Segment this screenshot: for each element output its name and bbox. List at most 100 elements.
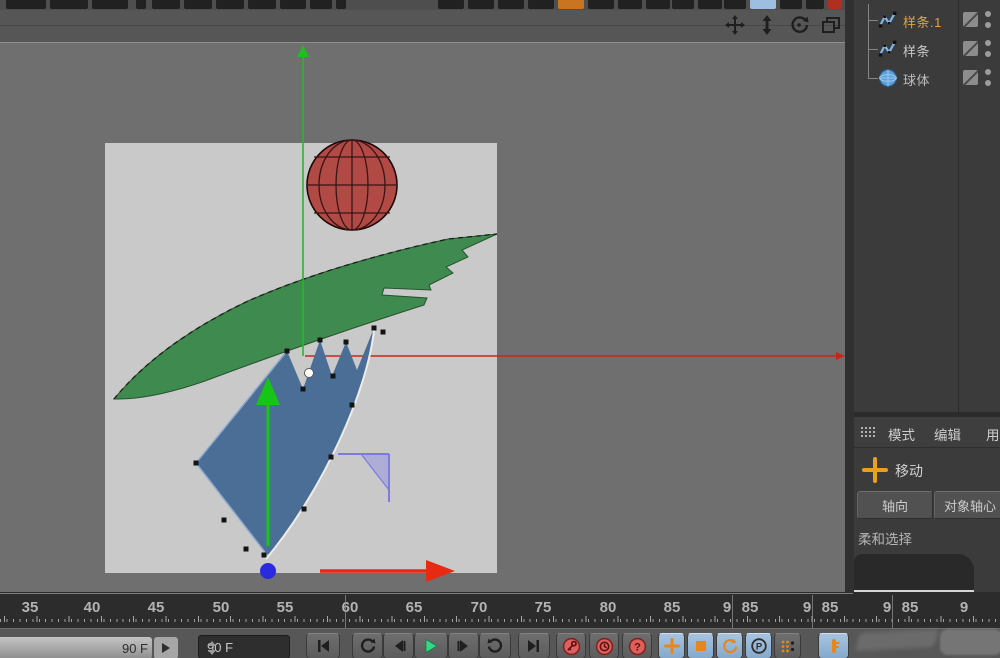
- prev-key-button[interactable]: [352, 633, 383, 658]
- ruler-frame-label: 45: [148, 599, 165, 616]
- next-frame-button[interactable]: [448, 633, 479, 658]
- goto-end-button[interactable]: [518, 633, 550, 658]
- toolbar-icon-stub[interactable]: [724, 0, 746, 9]
- toolbar-icon-stub[interactable]: [184, 0, 212, 9]
- toolbar-icon-stub[interactable]: [672, 0, 694, 9]
- toolbar-icon-stub[interactable]: [828, 0, 842, 9]
- toolbar-icon-stub[interactable]: [92, 0, 128, 9]
- animation-toolbar: 90 F 90 F ? P: [0, 628, 1000, 658]
- toolbar-icon-stub[interactable]: [336, 0, 346, 9]
- toolbar-icon-stub[interactable]: [558, 0, 584, 9]
- key-scale-button[interactable]: [687, 633, 714, 658]
- record-keyframe-button[interactable]: [818, 633, 849, 658]
- object-row-样条.1[interactable]: 样条.1: [854, 6, 1000, 34]
- pan-icon: [724, 14, 746, 41]
- toolbar-icon-stub[interactable]: [280, 0, 306, 9]
- frame-stepper[interactable]: [207, 640, 217, 656]
- pan-view-control[interactable]: [723, 15, 747, 39]
- timeline-ruler[interactable]: 35404550556065707580859859859859: [0, 592, 1000, 628]
- step-fwd-icon: [455, 637, 473, 655]
- visibility-dot-editor[interactable]: [985, 11, 991, 17]
- toolbar-icon-stub[interactable]: [498, 0, 524, 9]
- key-pla-button[interactable]: [774, 633, 801, 658]
- toolbar-icon-stub[interactable]: [6, 0, 46, 9]
- ruler-marker-line: [892, 595, 893, 628]
- object-label[interactable]: 球体: [903, 70, 930, 89]
- goto-start-button[interactable]: [306, 633, 340, 658]
- layer-toggle[interactable]: [963, 41, 978, 56]
- visibility-dot-render[interactable]: [985, 22, 991, 28]
- object-label[interactable]: 样条: [903, 41, 930, 60]
- tab-axis[interactable]: 轴向: [857, 491, 933, 519]
- next-key-button[interactable]: [479, 633, 511, 658]
- ruler-frame-label: 9: [883, 599, 891, 616]
- visibility-dot-render[interactable]: [985, 51, 991, 57]
- attribute-manager: 模式 编辑 用 移动 轴向 对象轴心 柔和选择: [854, 412, 1000, 592]
- play-icon: [422, 637, 440, 655]
- circle-p-icon: P: [750, 637, 768, 655]
- toolbar-icon-stub[interactable]: [216, 0, 244, 9]
- step-back-icon: [390, 637, 408, 655]
- dolly-icon: [756, 14, 778, 41]
- rotate-view-control[interactable]: [787, 15, 811, 39]
- key-rotation-button[interactable]: [716, 633, 743, 658]
- layer-toggle[interactable]: [963, 12, 978, 27]
- attr-menu-mode[interactable]: 模式: [888, 424, 915, 444]
- toolbar-icon-stub[interactable]: [806, 0, 824, 9]
- attr-menu-user[interactable]: 用: [986, 424, 1000, 444]
- gizmo-origin-dot[interactable]: [260, 563, 276, 579]
- ruler-frame-label: 70: [471, 599, 488, 616]
- autokeying-button[interactable]: [589, 633, 619, 658]
- toolbar-icon-stub[interactable]: [468, 0, 494, 9]
- arc-ccw-icon: [359, 637, 377, 655]
- frame-range-slider[interactable]: 90 F: [0, 637, 152, 658]
- keyframe-options-button[interactable]: ?: [622, 633, 652, 658]
- object-row-样条[interactable]: 样条: [854, 35, 1000, 63]
- toolbar-icon-stub[interactable]: [646, 0, 670, 9]
- red-sphere[interactable]: [307, 140, 397, 230]
- play-button[interactable]: [414, 633, 448, 658]
- tab-object-axis[interactable]: 对象轴心: [934, 491, 1000, 519]
- ruler-frame-label: 9: [803, 599, 811, 616]
- current-tool-row: 移动: [854, 449, 1000, 489]
- toolbar-icon-stub[interactable]: [780, 0, 802, 9]
- toolbar-icon-stub[interactable]: [152, 0, 180, 9]
- selected-point[interactable]: [305, 369, 314, 378]
- ruler-frame-label: 40: [84, 599, 101, 616]
- ruler-marker-line: [812, 595, 813, 628]
- toolbar-icon-stub[interactable]: [136, 0, 146, 9]
- key-parameter-button[interactable]: P: [745, 633, 772, 658]
- toolbar-icon-stub[interactable]: [750, 0, 776, 9]
- toolbar-icon-stub[interactable]: [248, 0, 276, 9]
- prev-frame-button[interactable]: [383, 633, 414, 658]
- key-position-button[interactable]: [658, 633, 685, 658]
- toolbar-icon-stub[interactable]: [310, 0, 332, 9]
- visibility-dot-render[interactable]: [985, 80, 991, 86]
- attr-menu-edit[interactable]: 编辑: [934, 424, 961, 444]
- visibility-dot-editor[interactable]: [985, 40, 991, 46]
- object-label[interactable]: 样条.1: [903, 12, 942, 31]
- toolbar-icon-stub[interactable]: [698, 0, 722, 9]
- visibility-dot-editor[interactable]: [985, 69, 991, 75]
- panel-divider: [845, 0, 854, 592]
- ruler-frame-label: 85: [822, 599, 839, 616]
- current-frame-field[interactable]: 90 F: [198, 635, 290, 658]
- toolbar-icon-stub[interactable]: [528, 0, 554, 9]
- toolbar-icon-stub[interactable]: [618, 0, 642, 9]
- viewport-canvas[interactable]: [0, 43, 853, 592]
- ruler-frame-label: 50: [213, 599, 230, 616]
- record-active-objects-button[interactable]: [556, 633, 586, 658]
- toolbar-icon-stub[interactable]: [50, 0, 88, 9]
- object-row-球体[interactable]: 球体: [854, 64, 1000, 92]
- dolly-view-control[interactable]: [755, 15, 779, 39]
- toggle-view-view-control[interactable]: [819, 15, 843, 39]
- panel-grip-icon[interactable]: [860, 426, 876, 438]
- app-window: 样条.1 样条球体 模式 编辑 用 移动 轴向 对象轴心 柔和选择: [0, 0, 1000, 658]
- red-question-icon: ?: [628, 637, 647, 656]
- layer-toggle[interactable]: [963, 70, 978, 85]
- toolbar-icon-stub[interactable]: [588, 0, 614, 9]
- toolbar-icon-stub[interactable]: [438, 0, 464, 9]
- object-manager: 样条.1 样条球体: [854, 0, 1000, 412]
- range-play-icon[interactable]: [154, 637, 178, 658]
- orange-rotate-icon: [721, 637, 739, 655]
